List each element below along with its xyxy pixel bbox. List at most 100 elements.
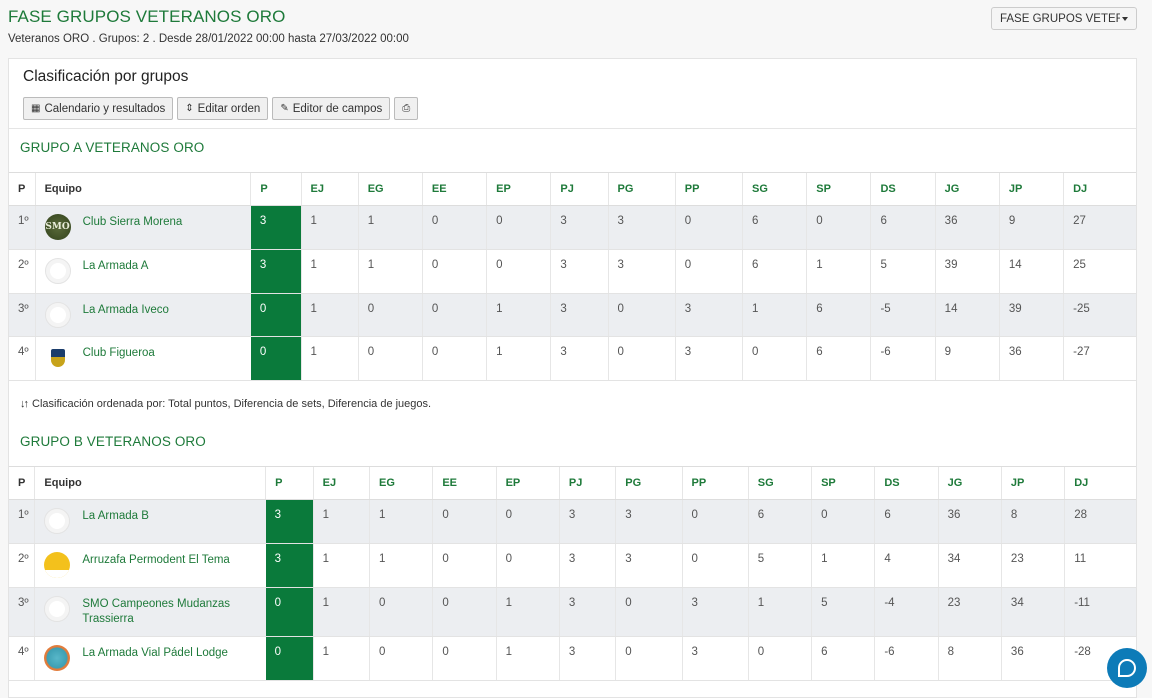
column-header[interactable]: PG bbox=[607, 172, 676, 206]
position-cell: 1º bbox=[9, 205, 36, 250]
column-header[interactable]: P bbox=[9, 466, 35, 500]
position-cell: 4º bbox=[9, 336, 36, 381]
column-header[interactable]: DJ bbox=[1064, 466, 1136, 500]
stat-cell: 4 bbox=[874, 543, 939, 588]
column-header[interactable]: SP bbox=[811, 466, 875, 500]
column-header[interactable]: SP bbox=[806, 172, 871, 206]
column-header[interactable]: Equipo bbox=[34, 466, 266, 500]
stat-cell: 0 bbox=[495, 499, 560, 544]
toolbar: ▦ Calendario y resultados ⇕ Editar orden… bbox=[23, 97, 419, 120]
print-button[interactable]: ⎙ bbox=[394, 97, 419, 120]
stat-cell: 0 bbox=[615, 636, 683, 681]
column-header[interactable]: EJ bbox=[300, 172, 359, 206]
print-icon: ⎙ bbox=[402, 102, 411, 114]
calendar-results-button[interactable]: ▦ Calendario y resultados bbox=[23, 97, 174, 120]
column-header[interactable]: DS bbox=[870, 172, 936, 206]
stat-cell: 39 bbox=[998, 293, 1064, 337]
stat-cell: 25 bbox=[1063, 249, 1136, 294]
stat-cell: 1 bbox=[300, 336, 359, 381]
team-link[interactable]: SMO Campeones Mudanzas Trassierra bbox=[82, 597, 265, 627]
team-link[interactable]: La Armada Vial Pádel Lodge bbox=[82, 646, 228, 661]
group-a-table: P Equipo P EJ EG EE EP PJ PG PP SG SP DS JG JP DJ 1º SMO C… bbox=[9, 172, 1136, 381]
column-header[interactable]: EP bbox=[495, 466, 560, 500]
stat-cell: 6 bbox=[742, 205, 807, 250]
points-cell: 3 bbox=[265, 543, 314, 588]
stat-cell: 0 bbox=[674, 205, 743, 250]
chat-button[interactable] bbox=[1107, 648, 1147, 688]
column-header[interactable]: P bbox=[250, 172, 302, 206]
team-link[interactable]: Club Figueroa bbox=[83, 346, 155, 361]
team-link[interactable]: La Armada B bbox=[82, 509, 148, 524]
column-header[interactable]: PP bbox=[681, 466, 749, 500]
points-cell: 3 bbox=[265, 499, 314, 544]
chevron-down-icon bbox=[1122, 16, 1128, 21]
column-header[interactable]: EP bbox=[486, 172, 551, 206]
stat-cell: 0 bbox=[421, 249, 487, 294]
column-header[interactable]: EE bbox=[421, 172, 487, 206]
column-header[interactable]: P bbox=[265, 466, 314, 500]
stat-cell: 3 bbox=[558, 587, 616, 637]
column-header[interactable]: JP bbox=[1000, 466, 1065, 500]
stat-cell: -4 bbox=[874, 587, 939, 637]
position-cell: 2º bbox=[9, 543, 35, 588]
points-cell: 0 bbox=[265, 587, 314, 637]
stat-cell: 28 bbox=[1064, 499, 1136, 544]
arruzafa-logo bbox=[44, 552, 71, 578]
column-header[interactable]: JP bbox=[998, 172, 1064, 206]
stat-cell: 1 bbox=[495, 587, 560, 637]
stat-cell: 6 bbox=[811, 636, 875, 681]
stat-cell: 5 bbox=[747, 543, 812, 588]
stat-cell: -6 bbox=[874, 636, 939, 681]
stat-cell: 0 bbox=[421, 336, 487, 381]
points-cell: 3 bbox=[250, 249, 302, 294]
column-header[interactable]: PJ bbox=[558, 466, 616, 500]
column-header[interactable]: EG bbox=[357, 172, 423, 206]
column-header[interactable]: P bbox=[9, 172, 36, 206]
column-header[interactable]: SG bbox=[747, 466, 812, 500]
team-link[interactable]: Arruzafa Permodent El Tema bbox=[82, 553, 229, 568]
position-cell: 4º bbox=[9, 636, 35, 681]
team-cell: SMO Campeones Mudanzas Trassierra bbox=[34, 587, 266, 637]
team-link[interactable]: La Armada A bbox=[83, 259, 149, 274]
calendar-results-label: Calendario y resultados bbox=[44, 102, 166, 115]
logo-band bbox=[44, 570, 71, 578]
column-header[interactable]: JG bbox=[934, 172, 1000, 206]
stat-cell: 0 bbox=[368, 587, 433, 637]
position-cell: 3º bbox=[9, 293, 36, 337]
phase-select[interactable]: FASE GRUPOS VETERANOS ORO bbox=[991, 7, 1137, 30]
edit-order-button[interactable]: ⇕ Editar orden bbox=[177, 97, 269, 120]
column-header[interactable]: PG bbox=[615, 466, 683, 500]
column-header[interactable]: Equipo bbox=[34, 172, 251, 206]
column-header[interactable]: DS bbox=[874, 466, 939, 500]
column-header[interactable]: EE bbox=[432, 466, 497, 500]
position-cell: 1º bbox=[9, 499, 35, 544]
stat-cell: 5 bbox=[870, 249, 936, 294]
stat-cell: 0 bbox=[432, 543, 497, 588]
stat-cell: 1 bbox=[312, 543, 370, 588]
team-link[interactable]: Club Sierra Morena bbox=[83, 215, 183, 230]
shield-icon bbox=[50, 349, 65, 367]
stat-cell: 1 bbox=[495, 636, 560, 681]
group-a-title: GRUPO A VETERANOS ORO bbox=[20, 140, 205, 155]
stat-cell: -25 bbox=[1063, 293, 1136, 337]
stat-cell: 3 bbox=[558, 499, 616, 544]
stat-cell: 34 bbox=[937, 543, 1002, 588]
column-header[interactable]: DJ bbox=[1063, 172, 1136, 206]
column-header[interactable]: JG bbox=[937, 466, 1002, 500]
column-header[interactable]: PP bbox=[674, 172, 743, 206]
column-header[interactable]: EG bbox=[368, 466, 433, 500]
stat-cell: 6 bbox=[806, 293, 871, 337]
stat-cell: 36 bbox=[934, 205, 1000, 250]
column-header[interactable]: PJ bbox=[550, 172, 609, 206]
stat-cell: 23 bbox=[1000, 543, 1065, 588]
stat-cell: 0 bbox=[368, 636, 433, 681]
stat-cell: 14 bbox=[934, 293, 1000, 337]
column-header[interactable]: EJ bbox=[312, 466, 370, 500]
stat-cell: 34 bbox=[1000, 587, 1065, 637]
team-link[interactable]: La Armada Iveco bbox=[83, 303, 169, 318]
stat-cell: 3 bbox=[607, 249, 676, 294]
field-editor-button[interactable]: ✎ Editor de campos bbox=[272, 97, 391, 120]
table-row: 4º Club Figueroa 0 1 0 0 1 3 0 3 0 6 -6 9 36 -27 bbox=[9, 336, 1136, 381]
table-row: 1º La Armada B 3 1 1 0 0 3 3 0 6 0 6 36 8 28 bbox=[9, 499, 1136, 544]
column-header[interactable]: SG bbox=[742, 172, 807, 206]
